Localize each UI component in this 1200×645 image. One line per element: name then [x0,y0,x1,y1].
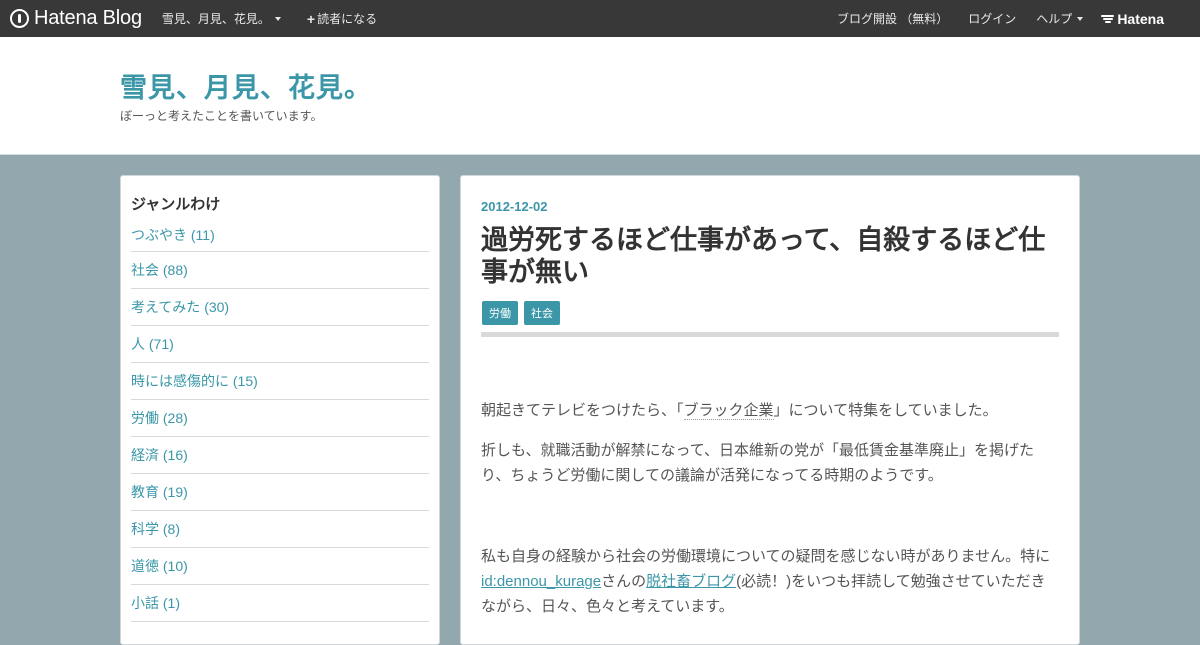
hatena-logo-icon [10,9,29,28]
blog-title[interactable]: 雪見、月見、花見。 [120,66,372,105]
login-link[interactable]: ログイン [968,10,1016,27]
blog-link[interactable]: 脱社畜ブログ [646,573,736,590]
title-divider [481,332,1059,337]
entry-tag[interactable]: 労働 [482,301,518,325]
blog-menu-label: 雪見、月見、花見。 [161,12,270,26]
paragraph-text: 」について特集をしていました。 [773,402,998,419]
entry-paragraph: 朝起きてテレビをつけたら、「ブラック企業」について特集をしていました。 [481,398,1056,423]
entry-paragraph: 折しも、就職活動が解禁になって、日本維新の党が「最低賃金基準廃止」を掲げたり、ち… [481,442,1035,484]
entry-article: 2012-12-02 過労死するほど仕事があって、自殺するほど仕事が無い 労働 … [460,175,1080,645]
keyword-link[interactable]: ブラック企業 [683,402,774,420]
category-link[interactable]: 社会 (88) [131,252,429,289]
subscribe-label: 読者になる [317,12,378,26]
blog-description: ぼーっと考えたことを書いています。 [120,109,323,123]
sidebar-title: ジャンルわけ [131,196,221,213]
hatena-link[interactable]: Hatena [1101,11,1164,27]
category-link[interactable]: 考えてみた (30) [131,289,429,326]
category-link[interactable]: 人 (71) [131,326,429,363]
hatena-wave-icon [1101,14,1115,24]
user-id-link[interactable]: id:dennou_kurage [481,573,601,590]
category-link[interactable]: 経済 (16) [131,437,429,474]
category-link[interactable]: 科学 (8) [131,511,429,548]
global-header-left: Hatena Blog 雪見、月見、花見。 + 読者になる [10,0,377,37]
entry-title[interactable]: 過労死するほど仕事があって、自殺するほど仕事が無い [481,224,1053,288]
hatena-blog-logo[interactable]: Hatena Blog [10,7,142,30]
category-link[interactable]: 小話 (1) [131,585,429,622]
paragraph-text: さんの [601,573,647,590]
global-header-bar: Hatena Blog 雪見、月見、花見。 + 読者になる ブログ開設 （無料）… [0,0,1200,37]
entry-date[interactable]: 2012-12-02 [481,199,548,214]
category-link[interactable]: 労働 (28) [131,400,429,437]
plus-icon: + [306,10,316,27]
help-dropdown[interactable]: ヘルプ [1036,10,1084,27]
blog-menu-dropdown[interactable]: 雪見、月見、花見。 [162,10,281,27]
paragraph-text: 朝起きてテレビをつけたら、「 [481,402,684,419]
sidebar-categories-module: ジャンルわけ つぶやき (11) 社会 (88) 考えてみた (30) 人 (7… [120,175,440,645]
global-header-right: ブログ開設 （無料） ログイン ヘルプ Hatena [817,0,1164,37]
category-link[interactable]: つぶやき (11) [131,222,429,252]
subscribe-button[interactable]: + 読者になる [307,10,377,27]
hatena-label: Hatena [1117,10,1164,27]
chevron-down-icon [274,16,281,21]
signup-link[interactable]: ブログ開設 （無料） [837,10,948,27]
entry-paragraph: 私も自身の経験から社会の労働環境についての疑問を感じない時がありません。特に id… [481,544,1056,619]
hatena-blog-logo-text: Hatena Blog [34,7,142,29]
chevron-down-icon [1077,16,1084,21]
category-link[interactable]: 教育 (19) [131,474,429,511]
blog-header: 雪見、月見、花見。 ぼーっと考えたことを書いています。 [0,37,1200,155]
category-link[interactable]: 道徳 (10) [131,548,429,585]
entry-tags: 労働 社会 [482,301,566,325]
category-list: つぶやき (11) 社会 (88) 考えてみた (30) 人 (71) 時には感… [131,222,429,622]
entry-tag[interactable]: 社会 [524,301,560,325]
paragraph-text: 私も自身の経験から社会の労働環境についての疑問を感じない時がありません。特に [481,548,1051,565]
category-link[interactable]: 時には感傷的に (15) [131,363,429,400]
help-label: ヘルプ [1036,12,1073,26]
